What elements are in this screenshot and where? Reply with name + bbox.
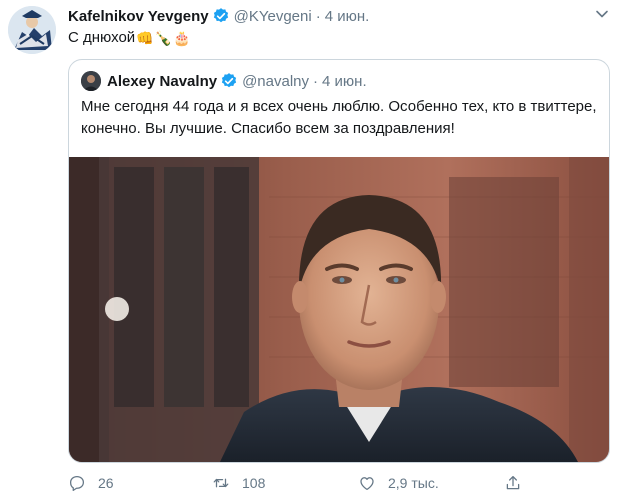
reply-button[interactable]: 26 [68, 472, 114, 494]
quoted-tweet-card[interactable]: Alexey Navalny @navalny · 4 июн. Мне сег… [68, 59, 610, 463]
verified-badge-icon [221, 73, 237, 88]
share-button[interactable] [504, 472, 522, 494]
separator-dot: · [315, 7, 321, 25]
verified-badge-icon [213, 8, 228, 23]
quoted-author-avatar [81, 71, 101, 91]
heart-icon [360, 477, 374, 491]
tweet-date[interactable]: 4 июн. [325, 8, 370, 25]
retweet-icon [213, 478, 229, 488]
tweet-text: С днюхой 👊 🍾 🎂 [68, 28, 190, 48]
reply-count: 26 [98, 475, 114, 491]
retweet-button[interactable]: 108 [212, 472, 265, 494]
tweet-text-content: С днюхой [68, 29, 136, 46]
tweet-header: Kafelnikov Yevgeny @KYevgeni · 4 июн. [68, 6, 369, 26]
author-avatar[interactable] [8, 6, 56, 54]
retweet-count: 108 [242, 475, 266, 491]
author-name[interactable]: Kafelnikov Yevgeny [68, 8, 209, 25]
author-handle[interactable]: @KYevgeni [234, 8, 312, 25]
reply-icon [69, 475, 85, 491]
share-icon [506, 475, 520, 490]
quoted-tweet-photo[interactable] [69, 157, 610, 463]
separator-dot: · [313, 72, 319, 90]
quoted-tweet-text: Мне сегодня 44 года и я всех очень люблю… [81, 98, 597, 137]
quoted-author-handle[interactable]: @navalny [242, 73, 309, 90]
like-button[interactable]: 2,9 тыс. [358, 472, 439, 494]
quoted-tweet-header: Alexey Navalny @navalny · 4 июн. [81, 70, 367, 92]
chevron-down-icon[interactable] [594, 6, 610, 22]
tweet-actions: 26 108 2,9 тыс. [68, 472, 608, 494]
fist-emoji: 👊 [136, 30, 154, 46]
champagne-emoji: 🍾 [154, 30, 173, 46]
quoted-author-name[interactable]: Alexey Navalny [107, 73, 217, 90]
like-count: 2,9 тыс. [388, 475, 439, 491]
cake-emoji: 🎂 [173, 30, 191, 46]
quoted-tweet-date[interactable]: 4 июн. [322, 73, 367, 90]
